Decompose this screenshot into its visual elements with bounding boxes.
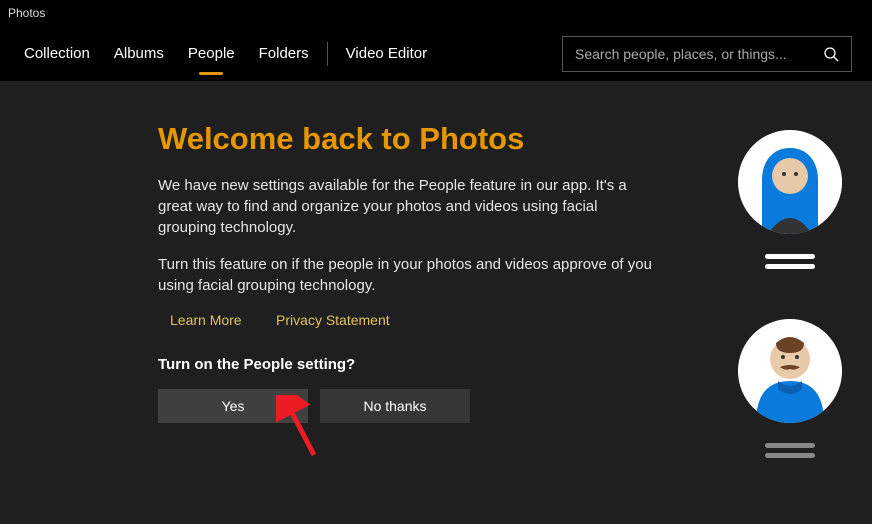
avatar-hijab-icon bbox=[738, 130, 842, 234]
tab-albums[interactable]: Albums bbox=[102, 26, 176, 81]
tab-video-editor[interactable]: Video Editor bbox=[334, 26, 439, 81]
tabs: Collection Albums People Folders Video E… bbox=[12, 26, 439, 81]
caption-lines-icon bbox=[765, 254, 815, 269]
page-title: Welcome back to Photos bbox=[158, 121, 678, 157]
learn-more-link[interactable]: Learn More bbox=[170, 312, 242, 328]
tab-label: Albums bbox=[114, 45, 164, 62]
tab-label: People bbox=[188, 45, 235, 62]
tab-label: Video Editor bbox=[346, 45, 427, 62]
tab-divider bbox=[327, 42, 328, 66]
prompt-text: Turn on the People setting? bbox=[158, 356, 678, 373]
search-icon[interactable] bbox=[823, 46, 839, 62]
intro-paragraph-2: Turn this feature on if the people in yo… bbox=[158, 254, 658, 296]
tab-label: Folders bbox=[259, 45, 309, 62]
titlebar: Photos bbox=[0, 0, 872, 26]
caption-lines-icon bbox=[765, 443, 815, 458]
button-label: No thanks bbox=[363, 398, 426, 414]
links-row: Learn More Privacy Statement bbox=[158, 312, 678, 330]
topbar: Collection Albums People Folders Video E… bbox=[0, 26, 872, 81]
tab-people[interactable]: People bbox=[176, 26, 247, 81]
tab-collection[interactable]: Collection bbox=[12, 26, 102, 81]
search-input[interactable] bbox=[575, 46, 823, 62]
intro-paragraph-1: We have new settings available for the P… bbox=[158, 175, 658, 238]
no-thanks-button[interactable]: No thanks bbox=[320, 389, 470, 423]
welcome-panel: Welcome back to Photos We have new setti… bbox=[158, 121, 678, 423]
app-title: Photos bbox=[8, 6, 45, 20]
tab-folders[interactable]: Folders bbox=[247, 26, 321, 81]
avatar-mustache-icon bbox=[738, 319, 842, 423]
tab-label: Collection bbox=[24, 45, 90, 62]
search-box[interactable] bbox=[562, 36, 852, 72]
button-row: Yes No thanks bbox=[158, 389, 678, 423]
privacy-link[interactable]: Privacy Statement bbox=[276, 312, 390, 328]
yes-button[interactable]: Yes bbox=[158, 389, 308, 423]
button-label: Yes bbox=[222, 398, 245, 414]
people-illustration bbox=[738, 130, 842, 488]
